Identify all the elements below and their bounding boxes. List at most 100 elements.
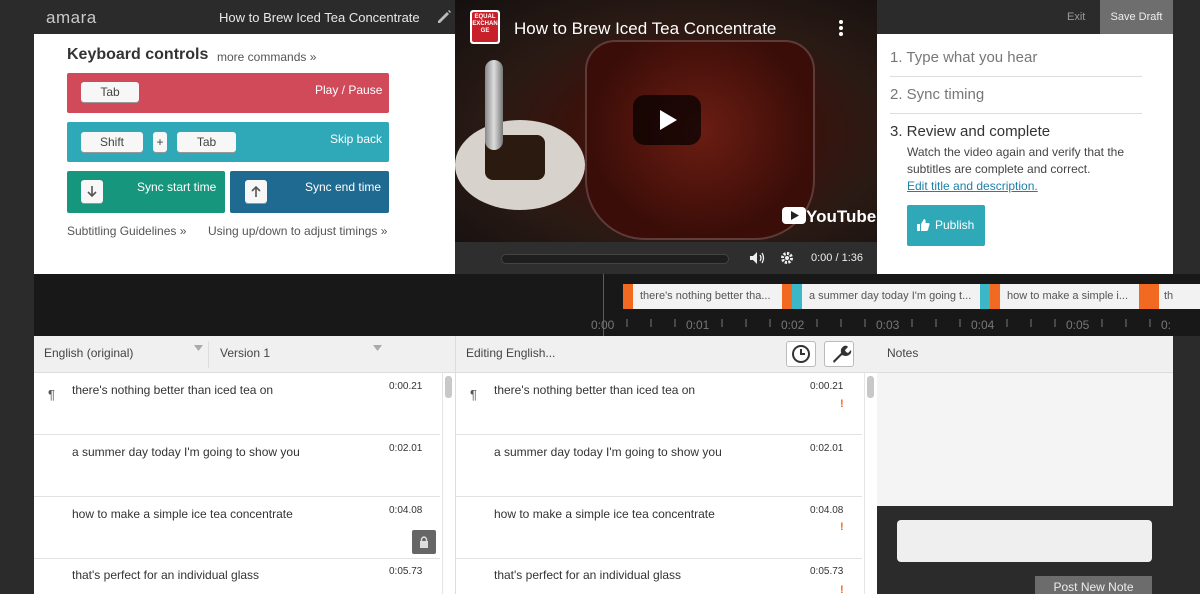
pencil-icon[interactable]	[436, 9, 452, 25]
subtitle-time: 0:05.73	[389, 566, 423, 577]
new-note-input[interactable]	[897, 520, 1152, 562]
volume-icon[interactable]	[749, 251, 767, 265]
scrollbar[interactable]	[867, 376, 874, 398]
settings-gear-icon[interactable]	[780, 251, 794, 265]
subtitle-time: 0:04.08	[389, 505, 423, 516]
segment-handle[interactable]	[792, 284, 802, 309]
segment-handle[interactable]	[1139, 284, 1149, 309]
divider	[34, 558, 440, 559]
up-arrow-icon	[245, 180, 267, 203]
video-progress-bar[interactable]	[501, 254, 729, 264]
timeline-tick: 0:02	[781, 318, 805, 332]
chevron-down-icon[interactable]	[194, 345, 203, 351]
amara-logo[interactable]: amara	[46, 8, 97, 28]
chevron-down-icon[interactable]	[373, 345, 382, 351]
segment-handle[interactable]	[623, 284, 633, 309]
subtitle-edit-text[interactable]: that's perfect for an individual glass	[494, 568, 681, 582]
divider	[456, 434, 862, 435]
subtitling-guidelines-link[interactable]: Subtitling Guidelines »	[67, 224, 186, 238]
timeline-segment[interactable]: th	[1159, 284, 1200, 309]
timeline-tick: 0:	[1161, 318, 1172, 332]
down-arrow-icon	[81, 180, 103, 203]
editing-language-label: Editing English...	[466, 346, 556, 360]
subtitle-time: 0:00.21	[389, 381, 423, 392]
up-down-timings-link[interactable]: Using up/down to adjust timings »	[208, 224, 387, 238]
version-select[interactable]: Version 1	[220, 346, 270, 360]
pilcrow-icon: ¶	[48, 387, 55, 402]
timeline-segment[interactable]: there's nothing better tha...	[633, 284, 782, 309]
spoon-image	[485, 60, 503, 150]
language-select[interactable]: English (original)	[44, 346, 133, 360]
thumbs-up-icon	[917, 219, 930, 231]
editing-subtitles-panel: Editing English... ¶ there's nothing bet…	[455, 336, 877, 594]
warning-icon: !	[840, 398, 844, 410]
notes-header	[877, 336, 1173, 373]
youtube-logo[interactable]: YouTube	[782, 207, 876, 227]
scrollbar[interactable]	[445, 376, 452, 398]
step-sync[interactable]: 2. Sync timing	[890, 86, 984, 103]
subtitle-text[interactable]: a summer day today I'm going to show you	[72, 445, 300, 459]
wrench-icon	[833, 345, 852, 363]
notes-title: Notes	[887, 346, 919, 360]
shift-key: Shift	[81, 132, 143, 152]
timeline-segment[interactable]: a summer day today I'm going t...	[802, 284, 980, 309]
video-time: 0:00 / 1:36	[811, 252, 863, 264]
publish-button[interactable]: Publish	[907, 205, 985, 246]
save-draft-button[interactable]: Save Draft	[1100, 0, 1173, 34]
subtitle-edit-text[interactable]: how to make a simple ice tea concentrate	[494, 507, 715, 521]
divider	[456, 558, 862, 559]
divider	[890, 113, 1142, 114]
divider	[34, 434, 440, 435]
video-player[interactable]: EQUAL EXCHANGE How to Brew Iced Tea Conc…	[455, 0, 877, 274]
subtitle-time[interactable]: 0:02.01	[810, 443, 843, 454]
step-type[interactable]: 1. Type what you hear	[890, 49, 1037, 66]
sync-end-label: Sync end time	[305, 180, 382, 194]
plus-key: +	[153, 132, 167, 152]
timeline-tick: 0:03	[876, 318, 900, 332]
subtitle-time[interactable]: 0:00.21	[810, 381, 843, 392]
divider	[456, 496, 862, 497]
warning-icon: !	[840, 521, 844, 533]
timing-clock-button[interactable]	[786, 341, 816, 367]
post-new-note-button[interactable]: Post New Note	[1035, 576, 1152, 594]
warning-icon: !	[840, 584, 844, 594]
segment-handle[interactable]	[782, 284, 792, 309]
youtube-text: YouTube	[806, 207, 877, 226]
segment-handle[interactable]	[990, 284, 1000, 309]
subtitle-text[interactable]: that's perfect for an individual glass	[72, 568, 259, 582]
skip-back-label: Skip back	[330, 132, 383, 146]
subtitle-text[interactable]: there's nothing better than iced tea on	[72, 383, 273, 397]
subtitle-edit-text[interactable]: a summer day today I'm going to show you	[494, 445, 722, 459]
timeline-tick: 0:04	[971, 318, 995, 332]
video-controls: 0:00 / 1:36	[455, 242, 877, 274]
timeline-tick: 0:05	[1066, 318, 1090, 332]
subtitle-text[interactable]: how to make a simple ice tea concentrate	[72, 507, 293, 521]
segment-handle[interactable]	[1149, 284, 1159, 309]
scroll-track	[864, 373, 865, 594]
step-review[interactable]: 3. Review and complete	[890, 123, 1050, 140]
subtitle-time[interactable]: 0:05.73	[810, 566, 843, 577]
clock-icon	[792, 345, 810, 363]
subtitle-time[interactable]: 0:04.08	[810, 505, 843, 516]
video-overlay-title[interactable]: How to Brew Iced Tea Concentrate	[514, 19, 776, 39]
notes-panel: Notes	[877, 336, 1173, 506]
edit-title-link[interactable]: Edit title and description.	[907, 179, 1038, 193]
timeline-tick: 0:01	[686, 318, 710, 332]
more-options-icon[interactable]	[838, 19, 844, 37]
keyboard-controls-title: Keyboard controls	[67, 46, 209, 63]
tools-button[interactable]	[824, 341, 854, 367]
subtitle-edit-text[interactable]: there's nothing better than iced tea on	[494, 383, 695, 397]
channel-logo-text: EQUAL EXCHANGE	[472, 14, 498, 34]
subtitle-time: 0:02.01	[389, 443, 423, 454]
play-button[interactable]	[633, 95, 701, 145]
channel-logo[interactable]: EQUAL EXCHANGE	[470, 10, 500, 44]
segment-handle[interactable]	[980, 284, 990, 309]
more-commands-link[interactable]: more commands »	[217, 50, 316, 64]
review-description: Watch the video again and verify that th…	[907, 145, 1125, 176]
divider	[208, 341, 209, 368]
publish-label: Publish	[935, 218, 975, 232]
lock-icon[interactable]	[412, 530, 436, 554]
divider	[890, 76, 1142, 77]
timeline-segment[interactable]: how to make a simple i...	[1000, 284, 1139, 309]
exit-link[interactable]: Exit	[1067, 11, 1085, 23]
